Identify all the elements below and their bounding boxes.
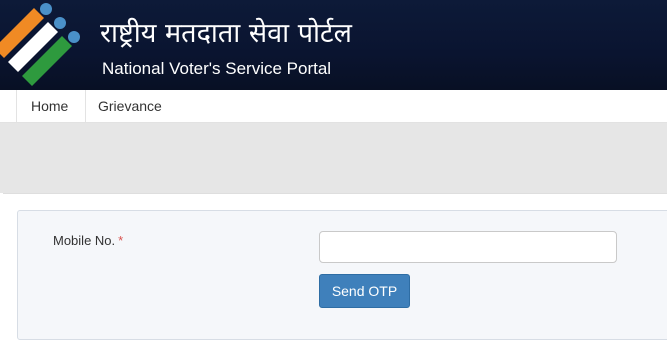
nav-item-home[interactable]: Home [31, 90, 68, 122]
portal-title-hindi: राष्ट्रीय मतदाता सेवा पोर्टल [100, 18, 352, 49]
content-panel: Mobile No. * Send OTP [3, 193, 667, 357]
mobile-number-input[interactable] [319, 231, 617, 263]
mobile-label-text: Mobile No. [53, 233, 116, 248]
required-marker: * [118, 233, 124, 248]
otp-form: Mobile No. * Send OTP [17, 210, 667, 340]
portal-title-english: National Voter's Service Portal [102, 59, 332, 78]
nav-divider [16, 90, 17, 122]
nav-divider [85, 90, 86, 122]
main-nav: Home Grievance [0, 90, 667, 123]
page-banner-area [0, 123, 667, 193]
eci-logo-icon [0, 3, 80, 86]
send-otp-button[interactable]: Send OTP [319, 274, 410, 308]
mobile-label: Mobile No. * [53, 233, 123, 248]
nav-item-grievance[interactable]: Grievance [98, 90, 162, 122]
site-header: राष्ट्रीय मतदाता सेवा पोर्टल National Vo… [0, 0, 667, 90]
